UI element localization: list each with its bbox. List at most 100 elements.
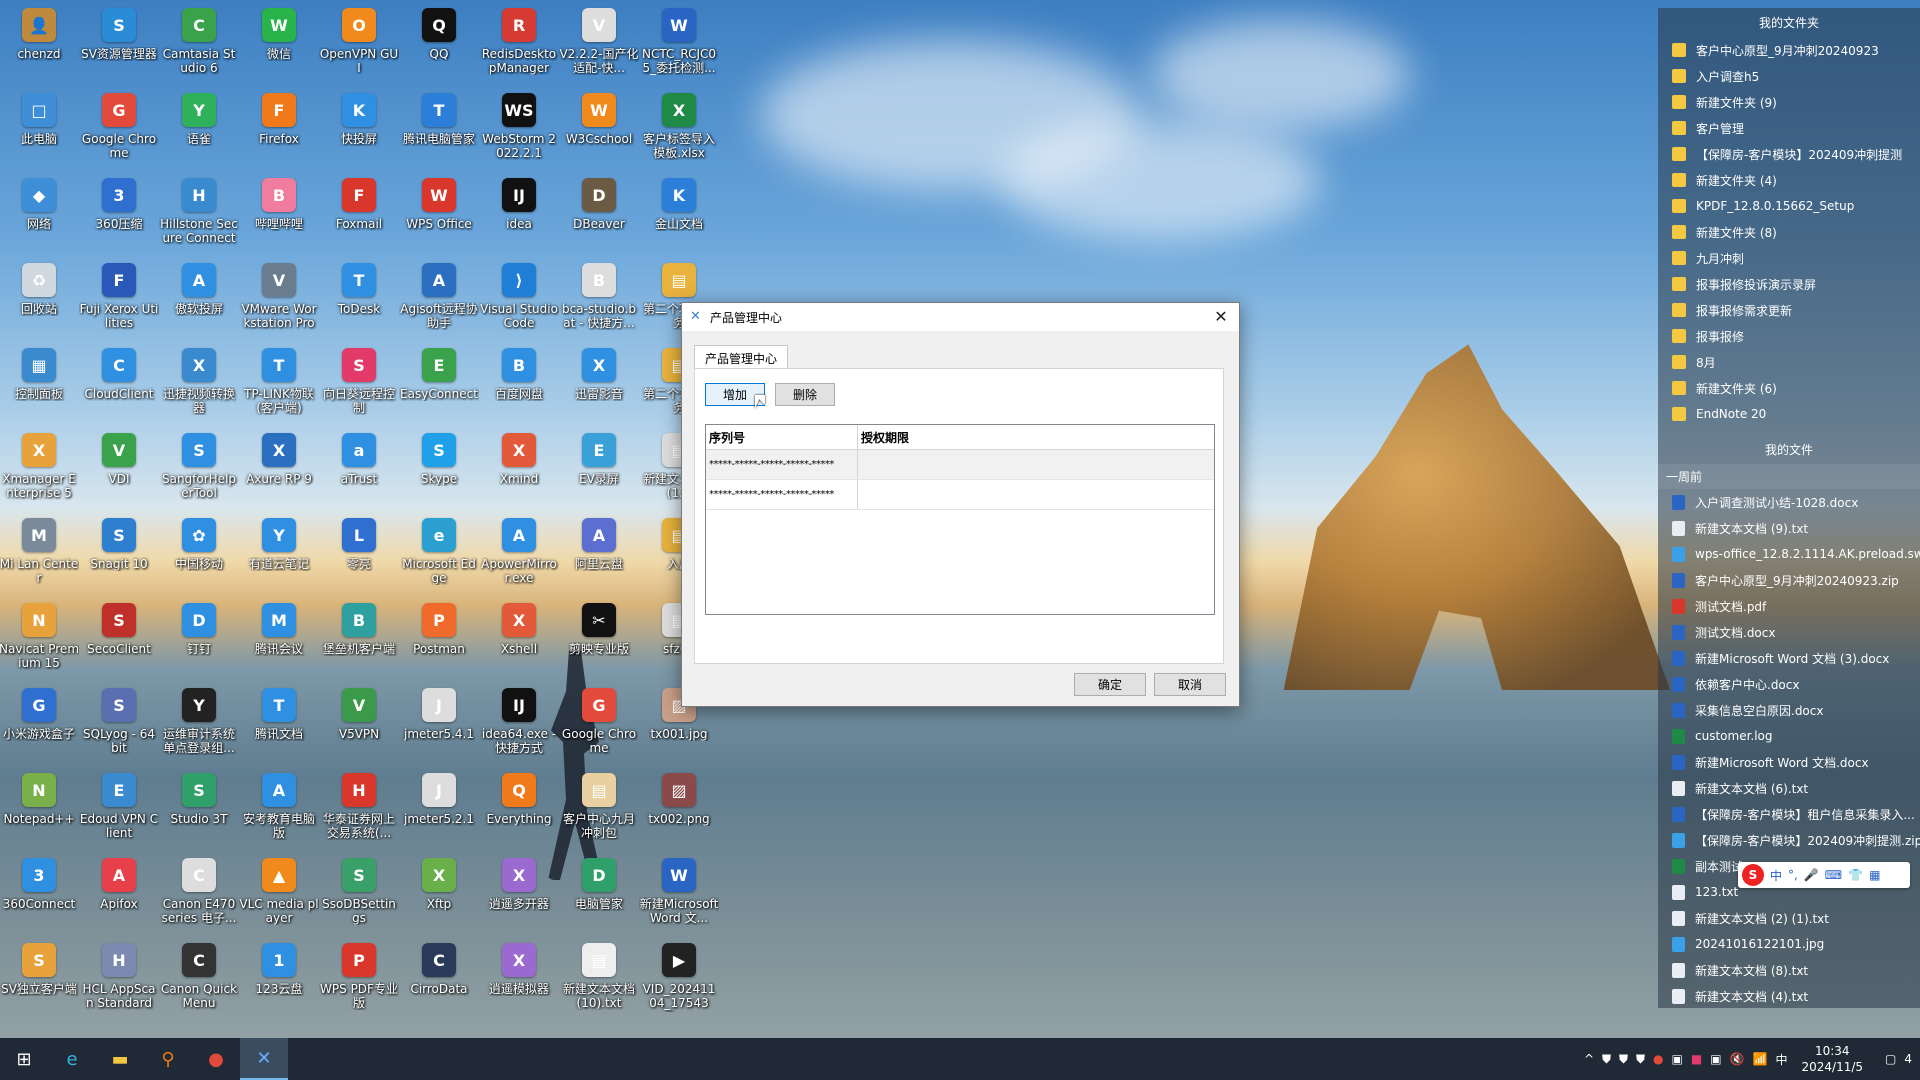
file-item[interactable]: 新建文本文档 (4).txt	[1658, 983, 1920, 1009]
term-cell[interactable]	[858, 450, 1214, 479]
desktop-icon[interactable]: S SsoDBSettings	[319, 850, 399, 932]
desktop-icon[interactable]: S SecoClient	[79, 595, 159, 677]
file-item[interactable]: 依赖客户中心.docx	[1658, 671, 1920, 697]
file-item[interactable]: 新建文本文档 (8).txt	[1658, 957, 1920, 983]
desktop-icon[interactable]: S Skype	[399, 425, 479, 507]
desktop-icon[interactable]: Jjmeter5.2.1	[399, 765, 479, 847]
desktop-icon[interactable]: 👤 chenzd	[0, 0, 79, 82]
tray-app-icon[interactable]: ▣	[1672, 1052, 1683, 1066]
desktop-icon[interactable]: C CirroData	[399, 935, 479, 1017]
desktop-icon[interactable]: WS WebStorm 2022.2.1	[479, 85, 559, 167]
ime-toolbar[interactable]: S 中 °, 🎤 ⌨ 👕 ▦	[1738, 862, 1910, 888]
desktop-icon[interactable]: ✂ 剪映专业版	[559, 595, 639, 677]
tray-overflow-icon[interactable]: ^	[1584, 1052, 1594, 1066]
ime-punctuation-icon[interactable]: °,	[1788, 868, 1798, 882]
desktop-icon[interactable]: Y 运维审计系统单点登录组...	[159, 680, 239, 762]
cancel-button[interactable]: 取消	[1154, 673, 1226, 696]
folder-item[interactable]: 客户中心原型_9月冲刺20240923	[1658, 37, 1920, 63]
desktop-icon[interactable]: E Edoud VPN Client	[79, 765, 159, 847]
desktop-icon[interactable]: T TP-LINK物联(客户端)	[239, 340, 319, 422]
network-icon[interactable]: 📶	[1753, 1052, 1768, 1066]
file-item[interactable]: 新建Microsoft Word 文档.docx	[1658, 749, 1920, 775]
folder-item[interactable]: 报事报修投诉演示录屏	[1658, 271, 1920, 297]
desktop-icon[interactable]: W NCTC_RCJC05_委托检测...	[639, 0, 719, 82]
license-grid[interactable]: 序列号 授权期限 *****-*****-*****-*****-***** *…	[705, 424, 1215, 615]
desktop-icon[interactable]: P WPS PDF专业版	[319, 935, 399, 1017]
delete-button[interactable]: 删除	[775, 383, 835, 406]
desktop-icon[interactable]: X 迅捷视频转换器	[159, 340, 239, 422]
desktop-icon[interactable]: V V5VPN	[319, 680, 399, 762]
folder-item[interactable]: EndNote 20	[1658, 401, 1920, 427]
file-item[interactable]: 新建文本文档 (9).txt	[1658, 515, 1920, 541]
desktop-icon[interactable]: B 堡垒机客户端	[319, 595, 399, 677]
folder-item[interactable]: 8月	[1658, 349, 1920, 375]
desktop-icon[interactable]: E EV录屏	[559, 425, 639, 507]
desktop-icon[interactable]: X 逍遥模拟器	[479, 935, 559, 1017]
ok-button[interactable]: 确定	[1074, 673, 1146, 696]
file-item[interactable]: 入户调查测试小结-1028.docx	[1658, 489, 1920, 515]
dialog-close-icon[interactable]: ✕	[1211, 307, 1231, 327]
file-item[interactable]: 20241016122101.jpg	[1658, 931, 1920, 957]
desktop-icon[interactable]: T 腾讯电脑管家	[399, 85, 479, 167]
desktop-icon[interactable]: Y 语雀	[159, 85, 239, 167]
desktop-icon[interactable]: 3 360压缩	[79, 170, 159, 252]
desktop-icon[interactable]: W WPS Office	[399, 170, 479, 252]
tray-shield-icon[interactable]: ⛊	[1602, 1052, 1611, 1067]
file-item[interactable]: 客户中心原型_9月冲刺20240923.zip	[1658, 567, 1920, 593]
desktop-icon[interactable]: ◆ 网络	[0, 170, 79, 252]
desktop-icon[interactable]: X 客户标签导入模板.xlsx	[639, 85, 719, 167]
desktop-icon[interactable]: IJ idea	[479, 170, 559, 252]
desktop-icon[interactable]: K 快投屏	[319, 85, 399, 167]
volume-muted-icon[interactable]: 🔇	[1730, 1052, 1745, 1066]
notification-center-icon[interactable]: ▢	[1885, 1052, 1896, 1066]
dialog-titlebar[interactable]: ✕ 产品管理中心	[682, 303, 1239, 331]
desktop-icon[interactable]: X Xmind	[479, 425, 559, 507]
desktop-icon[interactable]: G Google Chrome	[79, 85, 159, 167]
desktop-icon[interactable]: H HCL AppScan Standard	[79, 935, 159, 1017]
column-header-serial[interactable]: 序列号	[706, 425, 858, 449]
file-item[interactable]: customer.log	[1658, 723, 1920, 749]
desktop-icon[interactable]: M 腾讯会议	[239, 595, 319, 677]
desktop-icon[interactable]: F Firefox	[239, 85, 319, 167]
desktop-icon[interactable]: V VDI	[79, 425, 159, 507]
desktop-icon[interactable]: N Notepad++	[0, 765, 79, 847]
desktop-icon[interactable]: S Snagit 10	[79, 510, 159, 592]
desktop-icon[interactable]: X 逍遥多开器	[479, 850, 559, 932]
folder-item[interactable]: 报事报修需求更新	[1658, 297, 1920, 323]
desktop-icon[interactable]: G Google Chrome	[559, 680, 639, 762]
desktop-icon[interactable]: ✿ 中国移动	[159, 510, 239, 592]
ime-skin-icon[interactable]: 👕	[1848, 868, 1863, 882]
folder-item[interactable]: KPDF_12.8.0.15662_Setup	[1658, 193, 1920, 219]
desktop-icon[interactable]: S Studio 3T	[159, 765, 239, 847]
desktop-icon[interactable]: □ 此电脑	[0, 85, 79, 167]
desktop-icon[interactable]: Jjmeter5.4.1	[399, 680, 479, 762]
desktop-icon[interactable]: H Hillstone Secure Connect	[159, 170, 239, 252]
desktop-icon[interactable]: X 迅雷影音	[559, 340, 639, 422]
desktop-icon[interactable]: ▶ VID_20241104_175433....	[639, 935, 719, 1017]
desktop-icon[interactable]: Q QQ	[399, 0, 479, 82]
desktop-icon[interactable]: F Fuji Xerox Utilities	[79, 255, 159, 337]
desktop-icon[interactable]: D DBeaver	[559, 170, 639, 252]
desktop-icon[interactable]: ▦ 控制面板	[0, 340, 79, 422]
ime-mode-chinese[interactable]: 中	[1770, 867, 1782, 884]
input-language-indicator[interactable]: 中	[1775, 1051, 1787, 1068]
desktop-icon[interactable]: ▤ 新建文本文档(10).txt	[559, 935, 639, 1017]
desktop-icon[interactable]: B 哔哩哔哩	[239, 170, 319, 252]
desktop-icon[interactable]: C CloudClient	[79, 340, 159, 422]
desktop-icon[interactable]: M Mi Lan Center	[0, 510, 79, 592]
desktop-icon[interactable]: 3 360Connect	[0, 850, 79, 932]
file-item[interactable]: wps-office_12.8.2.1114.AK.preload.sw...	[1658, 541, 1920, 567]
tray-battery-icon[interactable]: ▣	[1710, 1052, 1721, 1066]
desktop-icon[interactable]: G 小米游戏盒子	[0, 680, 79, 762]
desktop-icon[interactable]: Q Everything	[479, 765, 559, 847]
file-item[interactable]: 【保障房-客户模块】租户信息采集录入...	[1658, 801, 1920, 827]
folder-item[interactable]: 新建文件夹 (9)	[1658, 89, 1920, 115]
ime-voice-icon[interactable]: 🎤	[1804, 868, 1819, 882]
desktop-icon[interactable]: F Foxmail	[319, 170, 399, 252]
desktop-icon[interactable]: S SV资源管理器	[79, 0, 159, 82]
desktop-icon[interactable]: Bbca-studio.bat - 快捷方...	[559, 255, 639, 337]
desktop-icon[interactable]: C Camtasia Studio 6	[159, 0, 239, 82]
table-row[interactable]: *****-*****-*****-*****-*****	[706, 450, 1214, 480]
desktop-icon[interactable]: e Microsoft Edge	[399, 510, 479, 592]
app-taskbar-button[interactable]: ✕	[240, 1038, 288, 1080]
